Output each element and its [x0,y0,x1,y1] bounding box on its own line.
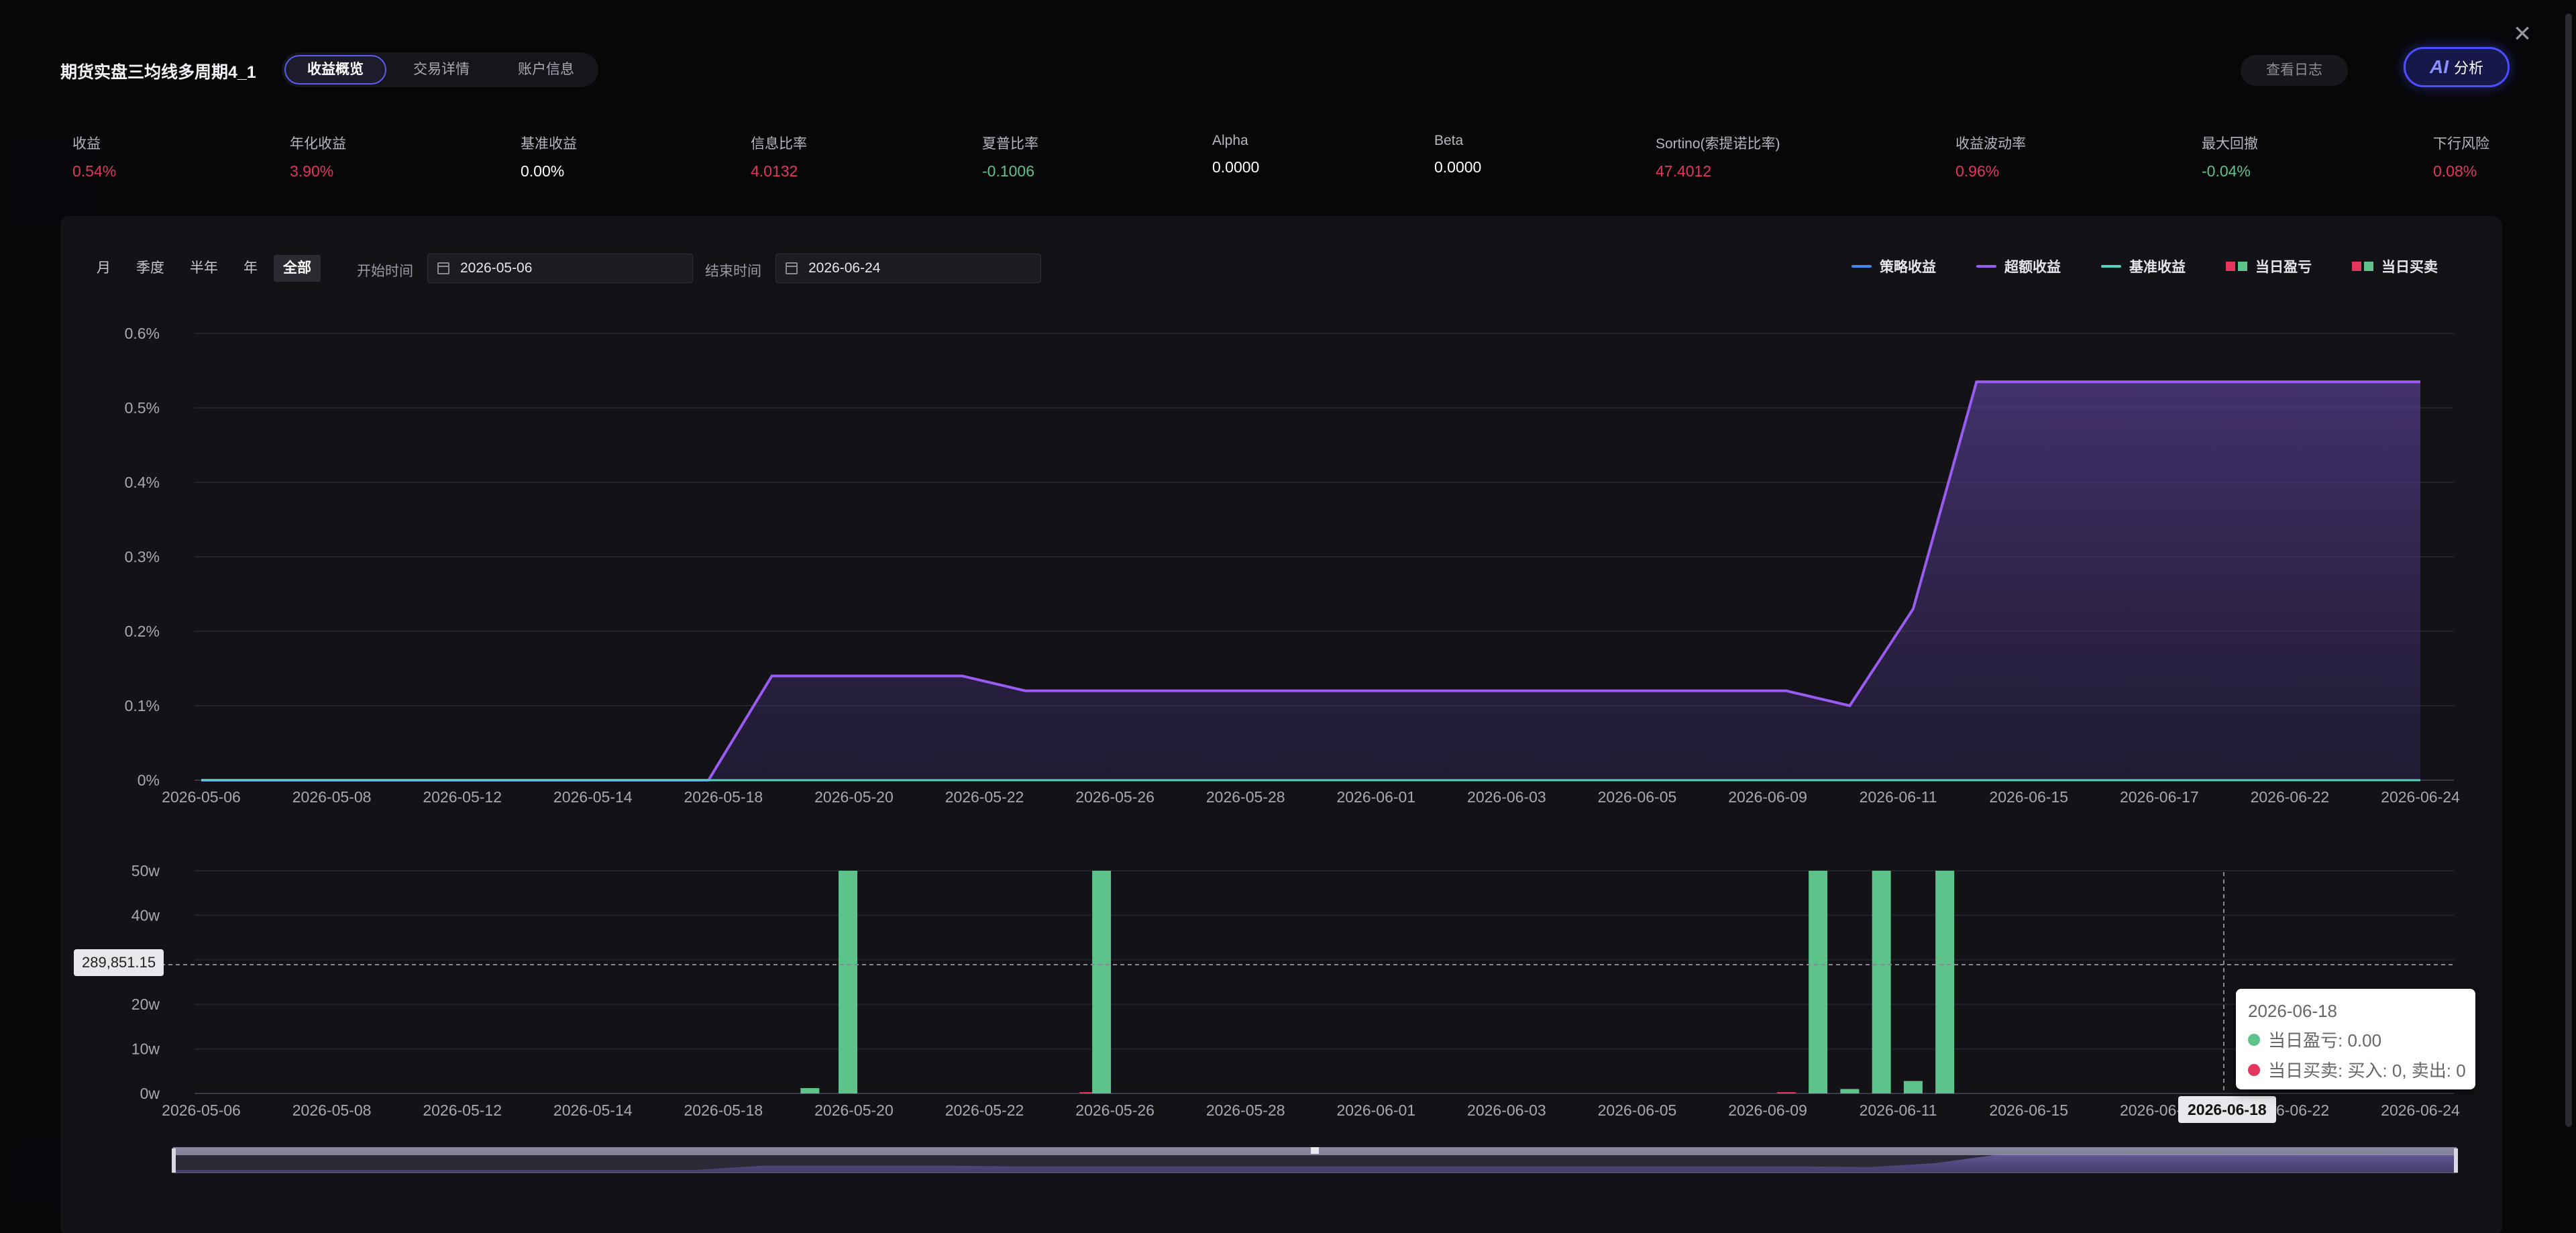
legend-swatch-red [2226,262,2235,271]
end-date-label: 结束时间 [705,264,761,279]
metric-label: 信息比率 [751,136,807,152]
metric-benchmark-return: 基准收益 0.00% [521,133,577,180]
legend-strategy-return[interactable]: 策略收益 [1851,256,1936,276]
legend-swatch-green [2364,262,2373,271]
metric-value: -0.1006 [982,162,1035,180]
tab-bar: 收益概览 交易详情 账户信息 [282,52,598,87]
legend-label: 当日盈亏 [2255,260,2312,275]
range-all-button[interactable]: 全部 [274,255,321,282]
metric-beta: Beta 0.0000 [1434,133,1481,176]
metric-value: 4.0132 [751,162,798,180]
legend-daily-trades[interactable]: 当日买卖 [2352,256,2438,276]
start-date-label: 开始时间 [357,264,413,279]
tooltip-text: 当日盈亏: 0.00 [2268,1030,2382,1051]
metric-sharpe-ratio: 夏普比率 -0.1006 [982,133,1038,180]
metric-value: 3.90% [290,162,334,180]
legend-swatch [2101,265,2121,268]
metric-max-drawdown: 最大回撤 -0.04% [2202,133,2258,180]
chart-legend: 策略收益 超额收益 基准收益 当日盈亏 当日买卖 [1851,256,2438,276]
legend-benchmark-return[interactable]: 基准收益 [2101,256,2186,276]
metric-label: 最大回撤 [2202,136,2258,152]
tooltip-row-trades: 当日买卖: 买入: 0, 卖出: 0 [2248,1057,2475,1082]
metric-value: 0.54% [72,162,117,180]
legend-label: 当日买卖 [2381,260,2438,275]
metric-return: 收益 0.54% [72,133,116,180]
metric-label: 夏普比率 [982,136,1038,152]
legend-label: 基准收益 [2129,260,2186,275]
legend-swatch [1851,265,1872,268]
metric-label: 收益波动率 [1955,136,2026,152]
legend-label: 超额收益 [2004,260,2061,275]
performance-modal: × 期货实盘三均线多周期4_1 收益概览 交易详情 账户信息 查看日志 AI 分析… [0,0,2576,1233]
metric-label: Alpha [1212,133,1248,148]
calendar-icon [786,262,798,274]
tab-trade-details[interactable]: 交易详情 [392,55,491,85]
metric-value: 0.00% [521,162,565,180]
range-year-button[interactable]: 年 [234,255,267,282]
legend-label: 策略收益 [1880,260,1936,275]
legend-swatch [1976,265,1996,268]
metric-value: 0.0000 [1434,158,1482,176]
start-date-value: 2026-05-06 [460,260,533,276]
ai-analysis-button[interactable]: AI 分析 [2404,47,2510,87]
chart-panel: 月 季度 半年 年 全部 开始时间 2026-05-06 结束时间 2026-0… [60,216,2502,1233]
tab-overview[interactable]: 收益概览 [284,55,386,85]
tooltip-row-pnl: 当日盈亏: 0.00 [2248,1027,2475,1052]
metric-alpha: Alpha 0.0000 [1212,133,1259,176]
range-half-year-button[interactable]: 半年 [180,255,227,282]
metric-volatility: 收益波动率 0.96% [1955,133,2026,180]
start-date-input[interactable]: 2026-05-06 [427,254,693,283]
legend-swatch-red [2352,262,2361,271]
tooltip-date: 2026-06-18 [2248,1001,2337,1021]
metric-annual-return: 年化收益 3.90% [290,133,346,180]
end-date-input[interactable]: 2026-06-24 [775,254,1041,283]
calendar-icon [437,262,449,274]
tooltip-dot [2248,1063,2260,1076]
legend-excess-return[interactable]: 超额收益 [1976,256,2061,276]
metric-information-ratio: 信息比率 4.0132 [751,133,807,180]
metric-label: Sortino(索提诺比率) [1656,136,1780,152]
chart-tooltip: 2026-06-18 当日盈亏: 0.00 当日买卖: 买入: 0, 卖出: 0 [2236,989,2475,1089]
page-scrollbar[interactable] [2565,13,2572,1127]
metric-downside-risk: 下行风险 0.08% [2433,133,2489,180]
legend-swatch-green [2238,262,2247,271]
metric-label: 基准收益 [521,136,577,152]
metric-sortino: Sortino(索提诺比率) 47.4012 [1656,133,1780,180]
range-quarter-button[interactable]: 季度 [127,255,174,282]
metric-label: Beta [1434,133,1464,148]
range-month-button[interactable]: 月 [87,255,120,282]
legend-daily-pnl[interactable]: 当日盈亏 [2226,256,2312,276]
tab-account-info[interactable]: 账户信息 [496,55,596,85]
tooltip-dot [2248,1033,2260,1046]
metric-value: -0.04% [2202,162,2251,180]
metric-label: 年化收益 [290,136,346,152]
close-icon[interactable]: × [2509,19,2536,48]
crosshair-y-value: 289,851.15 [74,949,164,976]
metric-label: 下行风险 [2433,136,2489,152]
crosshair-x-date: 2026-06-18 [2178,1096,2276,1123]
end-date-value: 2026-06-24 [808,260,881,276]
metric-label: 收益 [72,136,101,152]
range-selector: 月 季度 半年 年 全部 [87,255,321,282]
metric-value: 47.4012 [1656,162,1712,180]
metric-value: 0.96% [1955,162,2000,180]
metric-value: 0.08% [2433,162,2477,180]
metric-value: 0.0000 [1212,158,1260,176]
view-log-button[interactable]: 查看日志 [2241,55,2348,86]
ai-analysis-label: 分析 [2453,60,2483,76]
tooltip-text: 当日买卖: 买入: 0, 卖出: 0 [2268,1061,2466,1081]
strategy-title: 期货实盘三均线多周期4_1 [60,63,256,82]
ai-icon: AI [2429,56,2449,77]
